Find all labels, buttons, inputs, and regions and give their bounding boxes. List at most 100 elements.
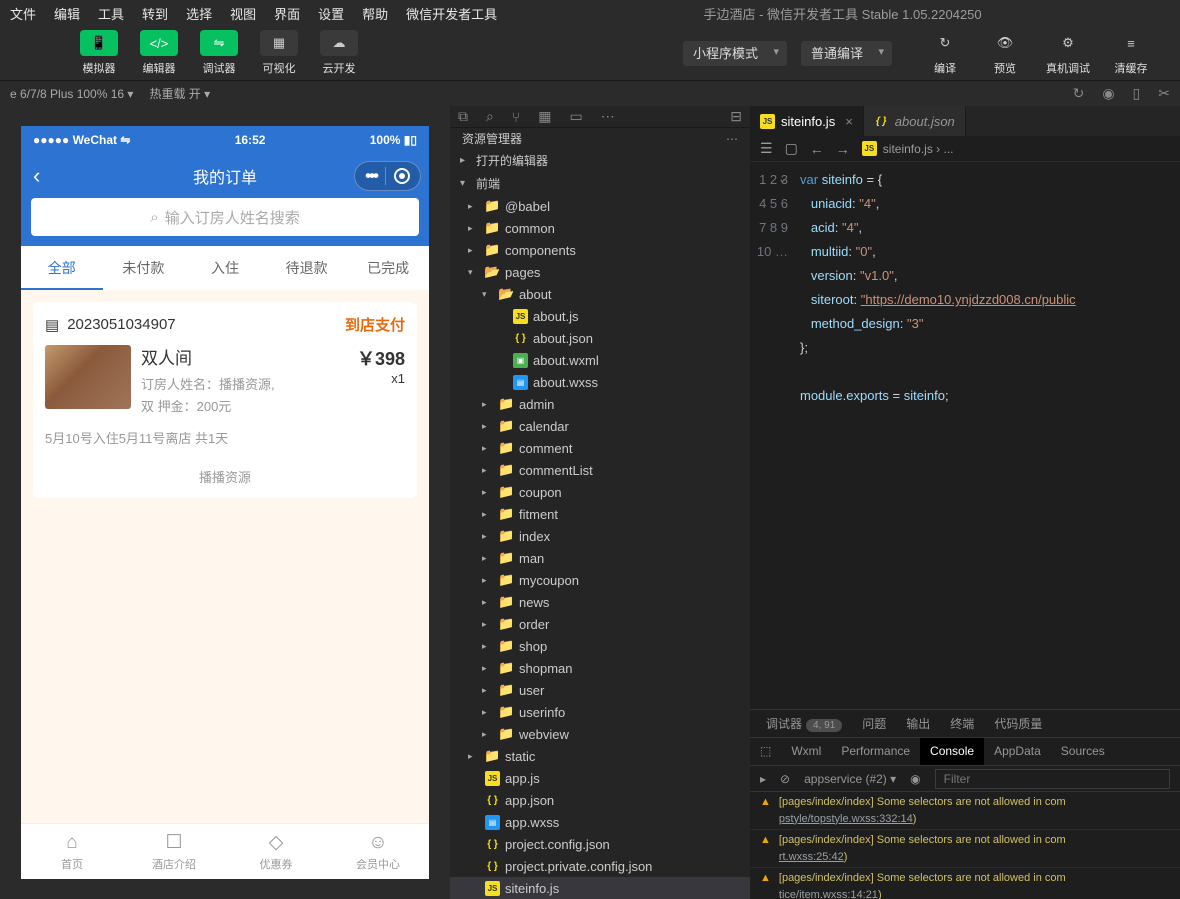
capsule-menu[interactable]: ••• [354, 161, 421, 191]
nav-user[interactable]: ☺会员中心 [327, 824, 429, 879]
subtab-sources[interactable]: Sources [1051, 738, 1115, 765]
tab-checkin[interactable]: 入住 [184, 246, 266, 290]
tab-unpaid[interactable]: 未付款 [103, 246, 185, 290]
tree-item[interactable]: { }project.config.json [450, 833, 750, 855]
root-section[interactable]: ▾前端 [450, 172, 750, 195]
box-icon[interactable]: ▭ [569, 108, 582, 125]
subtab-console[interactable]: Console [920, 738, 984, 765]
nav-home[interactable]: ⌂首页 [21, 824, 123, 879]
remote-debug-button[interactable]: ⚙真机调试 [1036, 26, 1100, 80]
search-input[interactable]: ⌕ 输入订房人姓名搜索 [31, 198, 419, 236]
code-editor[interactable]: 1⌄ 2 3 4 5 6 7 8 9 10 … var siteinfo = {… [750, 162, 1180, 709]
layout-icon[interactable]: ⊟ [730, 108, 742, 125]
tab-refund[interactable]: 待退款 [266, 246, 348, 290]
tree-item[interactable]: ▤about.wxss [450, 371, 750, 393]
tree-item[interactable]: ▸📁shop [450, 635, 750, 657]
editor-tab-about-json[interactable]: { } about.json [864, 106, 966, 136]
context-select[interactable]: appservice (#2) ▾ [804, 772, 896, 786]
open-editors-section[interactable]: ▸打开的编辑器 [450, 149, 750, 172]
subtab-appdata[interactable]: AppData [984, 738, 1051, 765]
menu-item[interactable]: 文件 [10, 4, 36, 23]
menu-item[interactable]: 转到 [142, 4, 168, 23]
tree-item[interactable]: JSsiteinfo.js [450, 877, 750, 899]
nav-hotel[interactable]: ☐酒店介绍 [123, 824, 225, 879]
tree-item[interactable]: ▸📁@babel [450, 195, 750, 217]
tab-debugger[interactable]: 调试器4, 91 [766, 715, 842, 732]
tree-item[interactable]: { }project.private.config.json [450, 855, 750, 877]
tree-item[interactable]: ▸📁coupon [450, 481, 750, 503]
clear-icon[interactable]: ⊘ [780, 772, 790, 786]
filter-input[interactable] [935, 769, 1170, 789]
hotreload-toggle[interactable]: 热重载 开 ▾ [149, 85, 210, 102]
back-icon[interactable]: ‹ [33, 163, 40, 189]
menu-item[interactable]: 选择 [186, 4, 212, 23]
tree-item[interactable]: JSapp.js [450, 767, 750, 789]
tab-terminal[interactable]: 终端 [950, 715, 974, 732]
tree-item[interactable]: ▸📁mycoupon [450, 569, 750, 591]
mode-select[interactable]: 小程序模式 [683, 41, 787, 66]
audio-icon[interactable]: ◉ [1102, 85, 1114, 102]
clear-cache-button[interactable]: ≡清缓存 [1102, 26, 1160, 80]
nav-coupon[interactable]: ◇优惠券 [225, 824, 327, 879]
back-nav-icon[interactable]: ← [810, 141, 824, 157]
preview-button[interactable]: 👁预览 [976, 26, 1034, 80]
tree-item[interactable]: { }about.json [450, 327, 750, 349]
tree-item[interactable]: ▸📁admin [450, 393, 750, 415]
subtab-wxml[interactable]: Wxml [781, 738, 831, 765]
debugger-button[interactable]: ⇋调试器 [190, 26, 248, 80]
tree-item[interactable]: ▸📁userinfo [450, 701, 750, 723]
tree-item[interactable]: ▸📁user [450, 679, 750, 701]
console-warning[interactable]: ▲[pages/index/index] Some selectors are … [750, 830, 1180, 868]
tree-item[interactable]: ▸📁webview [450, 723, 750, 745]
menu-item[interactable]: 帮助 [362, 4, 388, 23]
tree-item[interactable]: ▸📁shopman [450, 657, 750, 679]
tree-item[interactable]: ▸📁components [450, 239, 750, 261]
cut-icon[interactable]: ✂ [1158, 85, 1170, 102]
fwd-nav-icon[interactable]: → [836, 141, 850, 157]
tree-item[interactable]: ▸📁commentList [450, 459, 750, 481]
close-mp-icon[interactable] [394, 168, 410, 184]
explorer-more-icon[interactable]: ⋯ [726, 132, 738, 146]
bookmark-icon[interactable]: ▢ [785, 140, 798, 157]
tree-item[interactable]: { }app.json [450, 789, 750, 811]
refresh-icon[interactable]: ↻ [1073, 85, 1085, 102]
device-select[interactable]: e 6/7/8 Plus 100% 16 ▾ [10, 87, 133, 101]
tab-quality[interactable]: 代码质量 [994, 715, 1042, 732]
tree-item[interactable]: ▸📁fitment [450, 503, 750, 525]
inspect-icon[interactable]: ⬚ [760, 738, 781, 765]
visualize-button[interactable]: ▦可视化 [250, 26, 308, 80]
git-icon[interactable]: ⑂ [512, 109, 520, 125]
console-output[interactable]: ▲[pages/index/index] Some selectors are … [750, 792, 1180, 899]
tree-item[interactable]: ▸📁calendar [450, 415, 750, 437]
tree-item[interactable]: ▸📁static [450, 745, 750, 767]
editor-button[interactable]: </>编辑器 [130, 26, 188, 80]
tree-item[interactable]: ▸📁order [450, 613, 750, 635]
list-icon[interactable]: ☰ [760, 140, 773, 157]
menu-item[interactable]: 设置 [318, 4, 344, 23]
tree-item[interactable]: ▸📁news [450, 591, 750, 613]
console-warning[interactable]: ▲[pages/index/index] Some selectors are … [750, 792, 1180, 830]
tree-item[interactable]: ▾📂about [450, 283, 750, 305]
subtab-performance[interactable]: Performance [831, 738, 920, 765]
menu-item[interactable]: 界面 [274, 4, 300, 23]
console-warning[interactable]: ▲[pages/index/index] Some selectors are … [750, 868, 1180, 899]
compile-button[interactable]: ↻编译 [916, 26, 974, 80]
search-icon[interactable]: ⌕ [486, 108, 494, 125]
eye-icon[interactable]: ◉ [910, 772, 920, 786]
order-card[interactable]: ▤ 2023051034907 到店支付 双人间 订房人姓名：播播资源, 双 押… [33, 302, 417, 498]
files-icon[interactable]: ⧉ [458, 108, 468, 125]
editor-tab-siteinfo[interactable]: JS siteinfo.js × [750, 106, 864, 136]
menu-item[interactable]: 工具 [98, 4, 124, 23]
tree-item[interactable]: ▸📁common [450, 217, 750, 239]
menu-item[interactable]: 微信开发者工具 [406, 4, 497, 23]
menu-item[interactable]: 编辑 [54, 4, 80, 23]
tree-item[interactable]: ▾📂pages [450, 261, 750, 283]
tree-item[interactable]: ▸📁comment [450, 437, 750, 459]
tree-item[interactable]: ▸📁index [450, 525, 750, 547]
close-tab-icon[interactable]: × [845, 114, 853, 129]
simulator-button[interactable]: 📱模拟器 [70, 26, 128, 80]
tree-item[interactable]: JSabout.js [450, 305, 750, 327]
cloud-dev-button[interactable]: ☁云开发 [310, 26, 368, 80]
tree-item[interactable]: ▤app.wxss [450, 811, 750, 833]
tree-item[interactable]: ▣about.wxml [450, 349, 750, 371]
